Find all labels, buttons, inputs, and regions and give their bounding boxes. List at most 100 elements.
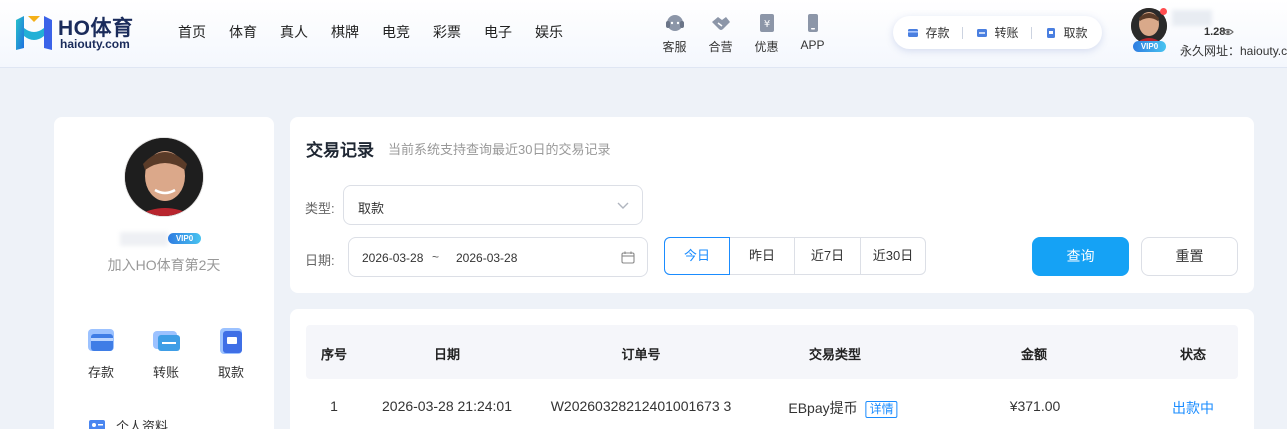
tool-partnership[interactable]: 合营 <box>698 12 743 55</box>
range-today-button[interactable]: 今日 <box>664 237 730 275</box>
nav-item-home[interactable]: 首页 <box>178 22 206 42</box>
vip-badge: VIP0 <box>168 233 201 244</box>
type-label: 类型: <box>305 201 335 216</box>
phone-icon <box>807 14 818 32</box>
range-yesterday-button[interactable]: 昨日 <box>730 238 795 274</box>
quick-date-range: 今日 昨日 近7日 近30日 <box>664 237 926 275</box>
nav-item-esports[interactable]: 电竞 <box>382 22 410 42</box>
separator <box>962 26 964 39</box>
th-order-no: 订单号 <box>621 347 661 362</box>
handshake-icon <box>711 17 730 30</box>
nav-item-entertainment[interactable]: 娱乐 <box>535 22 563 42</box>
th-status: 状态 <box>1179 347 1207 362</box>
cell-status: 出款中 <box>1172 400 1214 416</box>
cell-amount: ¥371.00 <box>1009 398 1061 414</box>
nav-item-slots[interactable]: 电子 <box>484 22 512 42</box>
nav-item-live[interactable]: 真人 <box>280 22 308 42</box>
profile-avatar[interactable] <box>124 137 204 217</box>
profile-menu-personal-info[interactable]: 个人资料 <box>88 416 168 429</box>
transfer-icon <box>977 28 988 37</box>
search-button[interactable]: 查询 <box>1032 237 1129 276</box>
tool-label: APP <box>800 38 825 52</box>
tool-label: 客服 <box>662 40 687 54</box>
cell-date: 2026-03-28 21:24:01 <box>382 398 512 414</box>
profile-avatar-image-icon <box>125 138 203 216</box>
deposit-card-icon <box>88 329 114 351</box>
profile-username-masked <box>120 232 168 246</box>
main-nav: 首页 体育 真人 棋牌 电竞 彩票 电子 娱乐 <box>178 22 586 42</box>
brand-logo[interactable]: HO体育 haiouty.com <box>14 12 164 54</box>
brand-domain: haiouty.com <box>60 37 130 51</box>
date-separator: ~ <box>432 250 440 264</box>
page-subtitle: 当前系统支持查询最近30日的交易记录 <box>388 142 611 157</box>
date-range-picker[interactable]: 2026-03-28 ~ 2026-03-28 <box>348 237 648 277</box>
date-end[interactable]: 2026-03-28 <box>456 251 517 265</box>
transfer-card-icon <box>153 331 180 351</box>
eye-icon[interactable] <box>1222 27 1234 37</box>
profile-deposit-label: 存款 <box>87 365 114 380</box>
quick-deposit-label: 存款 <box>925 26 950 40</box>
profile-deposit-button[interactable]: 存款 <box>76 325 126 381</box>
calendar-icon <box>621 251 635 264</box>
tool-customer-service[interactable]: 客服 <box>652 12 697 55</box>
table-row: 1 2026-03-28 21:24:01 W20260328212401001… <box>306 379 1238 429</box>
date-label: 日期: <box>305 253 335 268</box>
th-date: 日期 <box>433 347 461 362</box>
range-30days-button[interactable]: 近30日 <box>861 238 925 274</box>
notification-dot <box>1160 8 1167 15</box>
deposit-icon <box>908 28 919 37</box>
header-tools: 客服 合营 ¥ 优惠 APP <box>652 12 836 55</box>
cell-index: 1 <box>330 398 338 414</box>
vip-badge-small: VIP0 <box>1133 41 1166 52</box>
profile-transfer-label: 转账 <box>152 365 179 380</box>
profile-withdraw-button[interactable]: 取款 <box>206 325 256 381</box>
tool-label: 优惠 <box>754 40 779 54</box>
quick-withdraw-button[interactable]: 取款 <box>1045 24 1087 41</box>
headset-icon <box>665 15 684 31</box>
top-header: HO体育 haiouty.com 首页 体育 真人 棋牌 电竞 彩票 电子 娱乐… <box>0 0 1287 68</box>
quick-withdraw-label: 取款 <box>1063 26 1088 40</box>
th-type: 交易类型 <box>808 347 862 362</box>
reset-button[interactable]: 重置 <box>1141 237 1238 276</box>
coupon-icon: ¥ <box>759 14 774 32</box>
profile-menu-label: 个人资料 <box>116 419 169 429</box>
permanent-url: 永久网址：haiouty.com <box>1180 44 1287 58</box>
table-header: 序号 日期 订单号 交易类型 金额 状态 <box>306 325 1238 379</box>
tool-promotions[interactable]: ¥ 优惠 <box>744 12 789 55</box>
nav-item-sports[interactable]: 体育 <box>229 22 257 42</box>
date-start[interactable]: 2026-03-28 <box>362 251 423 265</box>
quick-transfer-button[interactable]: 转账 <box>976 24 1018 41</box>
tool-app[interactable]: APP <box>790 12 835 55</box>
cell-type: EBpay提币 详情 <box>788 398 898 418</box>
quick-deposit-button[interactable]: 存款 <box>907 24 950 41</box>
chevron-down-icon <box>617 202 629 209</box>
id-card-icon <box>89 419 105 429</box>
profile-actions: 存款 转账 取款 <box>76 325 256 381</box>
brand-logo-mark-icon <box>16 16 52 50</box>
quick-action-bar: 存款 转账 取款 <box>893 16 1102 49</box>
tool-label: 合营 <box>708 40 733 54</box>
profile-transfer-button[interactable]: 转账 <box>141 325 191 381</box>
join-days-text: 加入HO体育第2天 <box>107 257 221 273</box>
withdraw-icon <box>1047 27 1056 38</box>
username-masked <box>1172 10 1212 26</box>
cell-order-no: W20260328212401001673 3 <box>550 398 732 414</box>
th-amount: 金额 <box>1020 347 1048 362</box>
separator <box>1031 26 1033 39</box>
type-select-value: 取款 <box>358 201 385 216</box>
profile-card: VIP0 加入HO体育第2天 存款 转账 取款 个人资料 <box>54 117 274 429</box>
th-index: 序号 <box>320 347 348 362</box>
range-7days-button[interactable]: 近7日 <box>795 238 861 274</box>
nav-item-cards[interactable]: 棋牌 <box>331 22 359 42</box>
transaction-filter-panel: 交易记录 当前系统支持查询最近30日的交易记录 类型: 取款 日期: 2026-… <box>290 117 1254 293</box>
type-select[interactable]: 取款 <box>343 185 643 225</box>
withdraw-card-icon <box>220 328 242 354</box>
nav-item-lottery[interactable]: 彩票 <box>433 22 461 42</box>
quick-transfer-label: 转账 <box>994 26 1019 40</box>
svg-text:¥: ¥ <box>763 19 769 30</box>
detail-button[interactable]: 详情 <box>865 401 898 418</box>
profile-withdraw-label: 取款 <box>217 365 244 380</box>
transaction-table: 序号 日期 订单号 交易类型 金额 状态 1 2026-03-28 21:24:… <box>290 309 1254 429</box>
page-title: 交易记录 <box>306 141 374 160</box>
cell-type-text: EBpay提币 <box>788 400 858 416</box>
